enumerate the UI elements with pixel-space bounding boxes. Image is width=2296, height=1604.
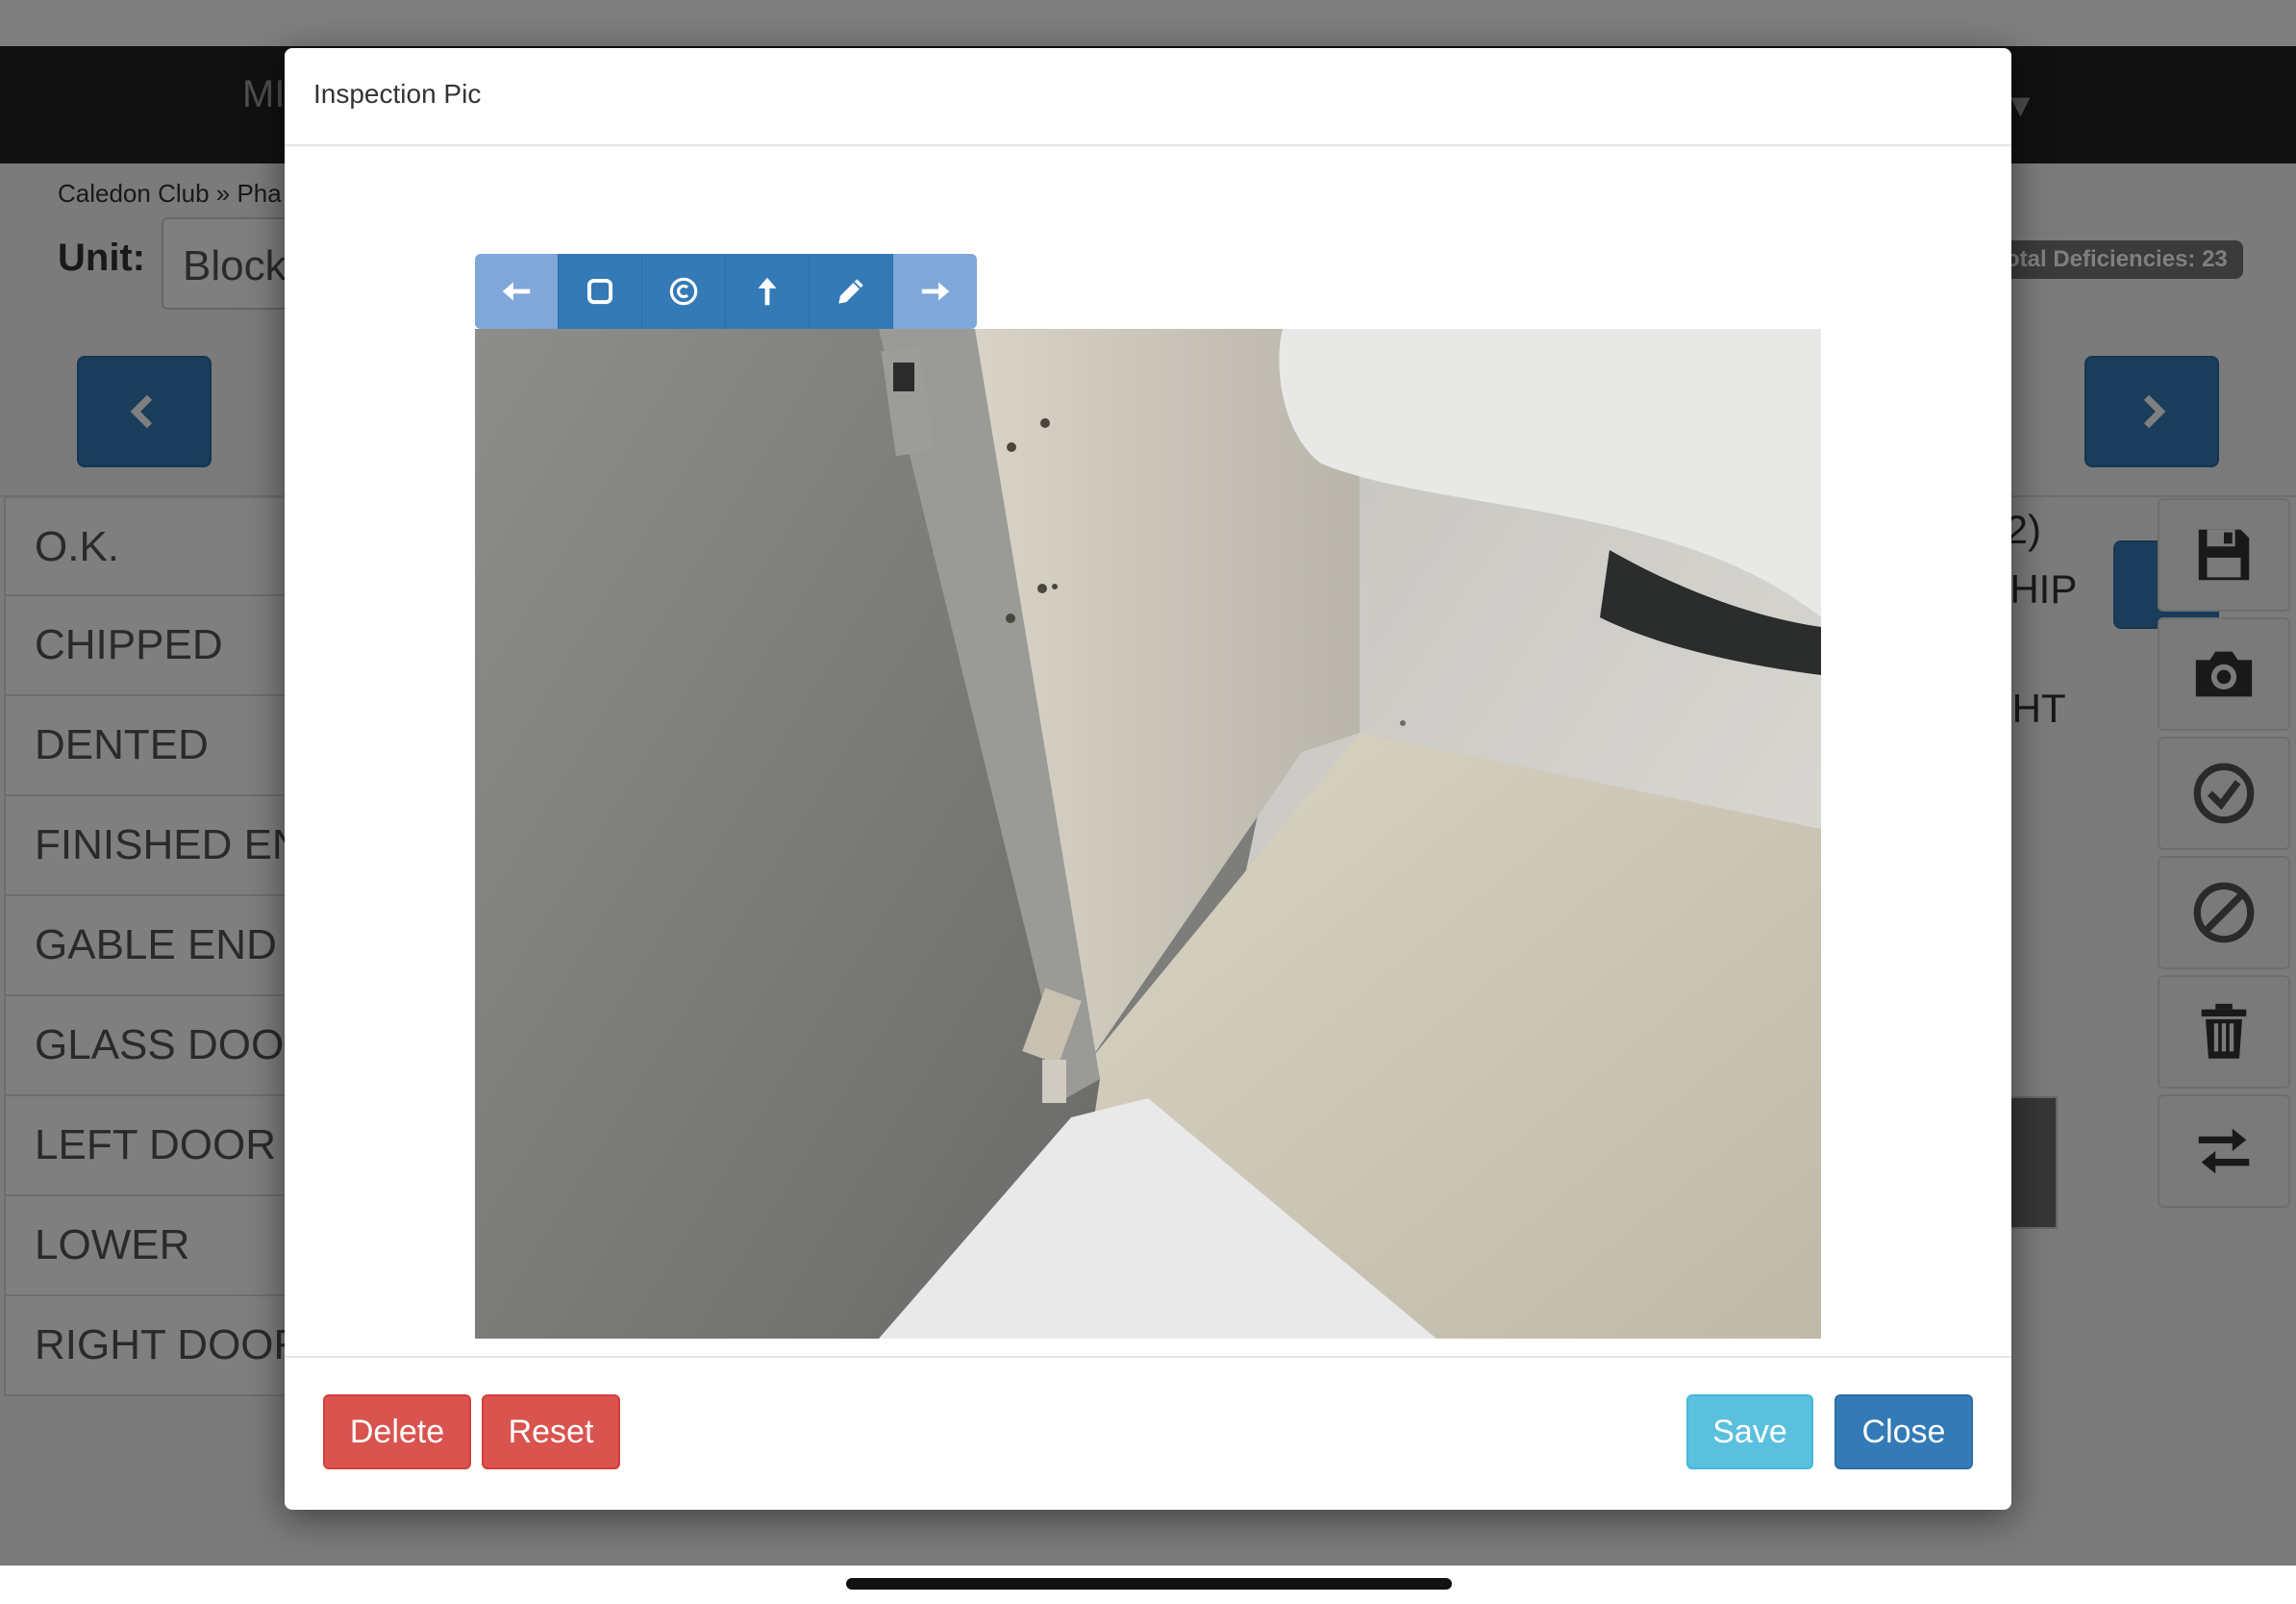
arrow-right-icon	[921, 282, 949, 301]
modal-body	[285, 146, 2011, 1356]
rectangle-tool-button[interactable]	[559, 254, 642, 329]
delete-button[interactable]: Delete	[323, 1394, 471, 1469]
page: MI e ▾ Caledon Club » Pha Unit: Block ot…	[0, 0, 2296, 1604]
redo-button[interactable]	[893, 254, 977, 329]
home-indicator[interactable]	[846, 1578, 1452, 1590]
pencil-tool-button[interactable]	[810, 254, 893, 329]
arrow-up-icon	[758, 277, 777, 306]
inspection-photo[interactable]	[475, 329, 1821, 1339]
close-button[interactable]: Close	[1834, 1394, 1973, 1469]
annotation-toolbar	[475, 254, 977, 329]
circle-c-icon	[669, 277, 698, 306]
reset-button[interactable]: Reset	[482, 1394, 620, 1469]
circle-tool-button[interactable]	[642, 254, 726, 329]
arrow-left-icon	[502, 282, 531, 301]
pencil-icon	[838, 279, 863, 304]
modal-header: Inspection Pic	[285, 48, 2011, 146]
cabinet-photo-image	[475, 329, 1821, 1339]
square-icon	[586, 278, 613, 305]
save-button[interactable]: Save	[1686, 1394, 1813, 1469]
modal-title: Inspection Pic	[313, 79, 482, 109]
undo-button[interactable]	[475, 254, 559, 329]
arrow-tool-button[interactable]	[726, 254, 810, 329]
inspection-pic-modal: Inspection Pic Delete Reset Save Close	[285, 48, 2011, 1510]
modal-footer: Delete Reset Save Close	[285, 1356, 2011, 1510]
